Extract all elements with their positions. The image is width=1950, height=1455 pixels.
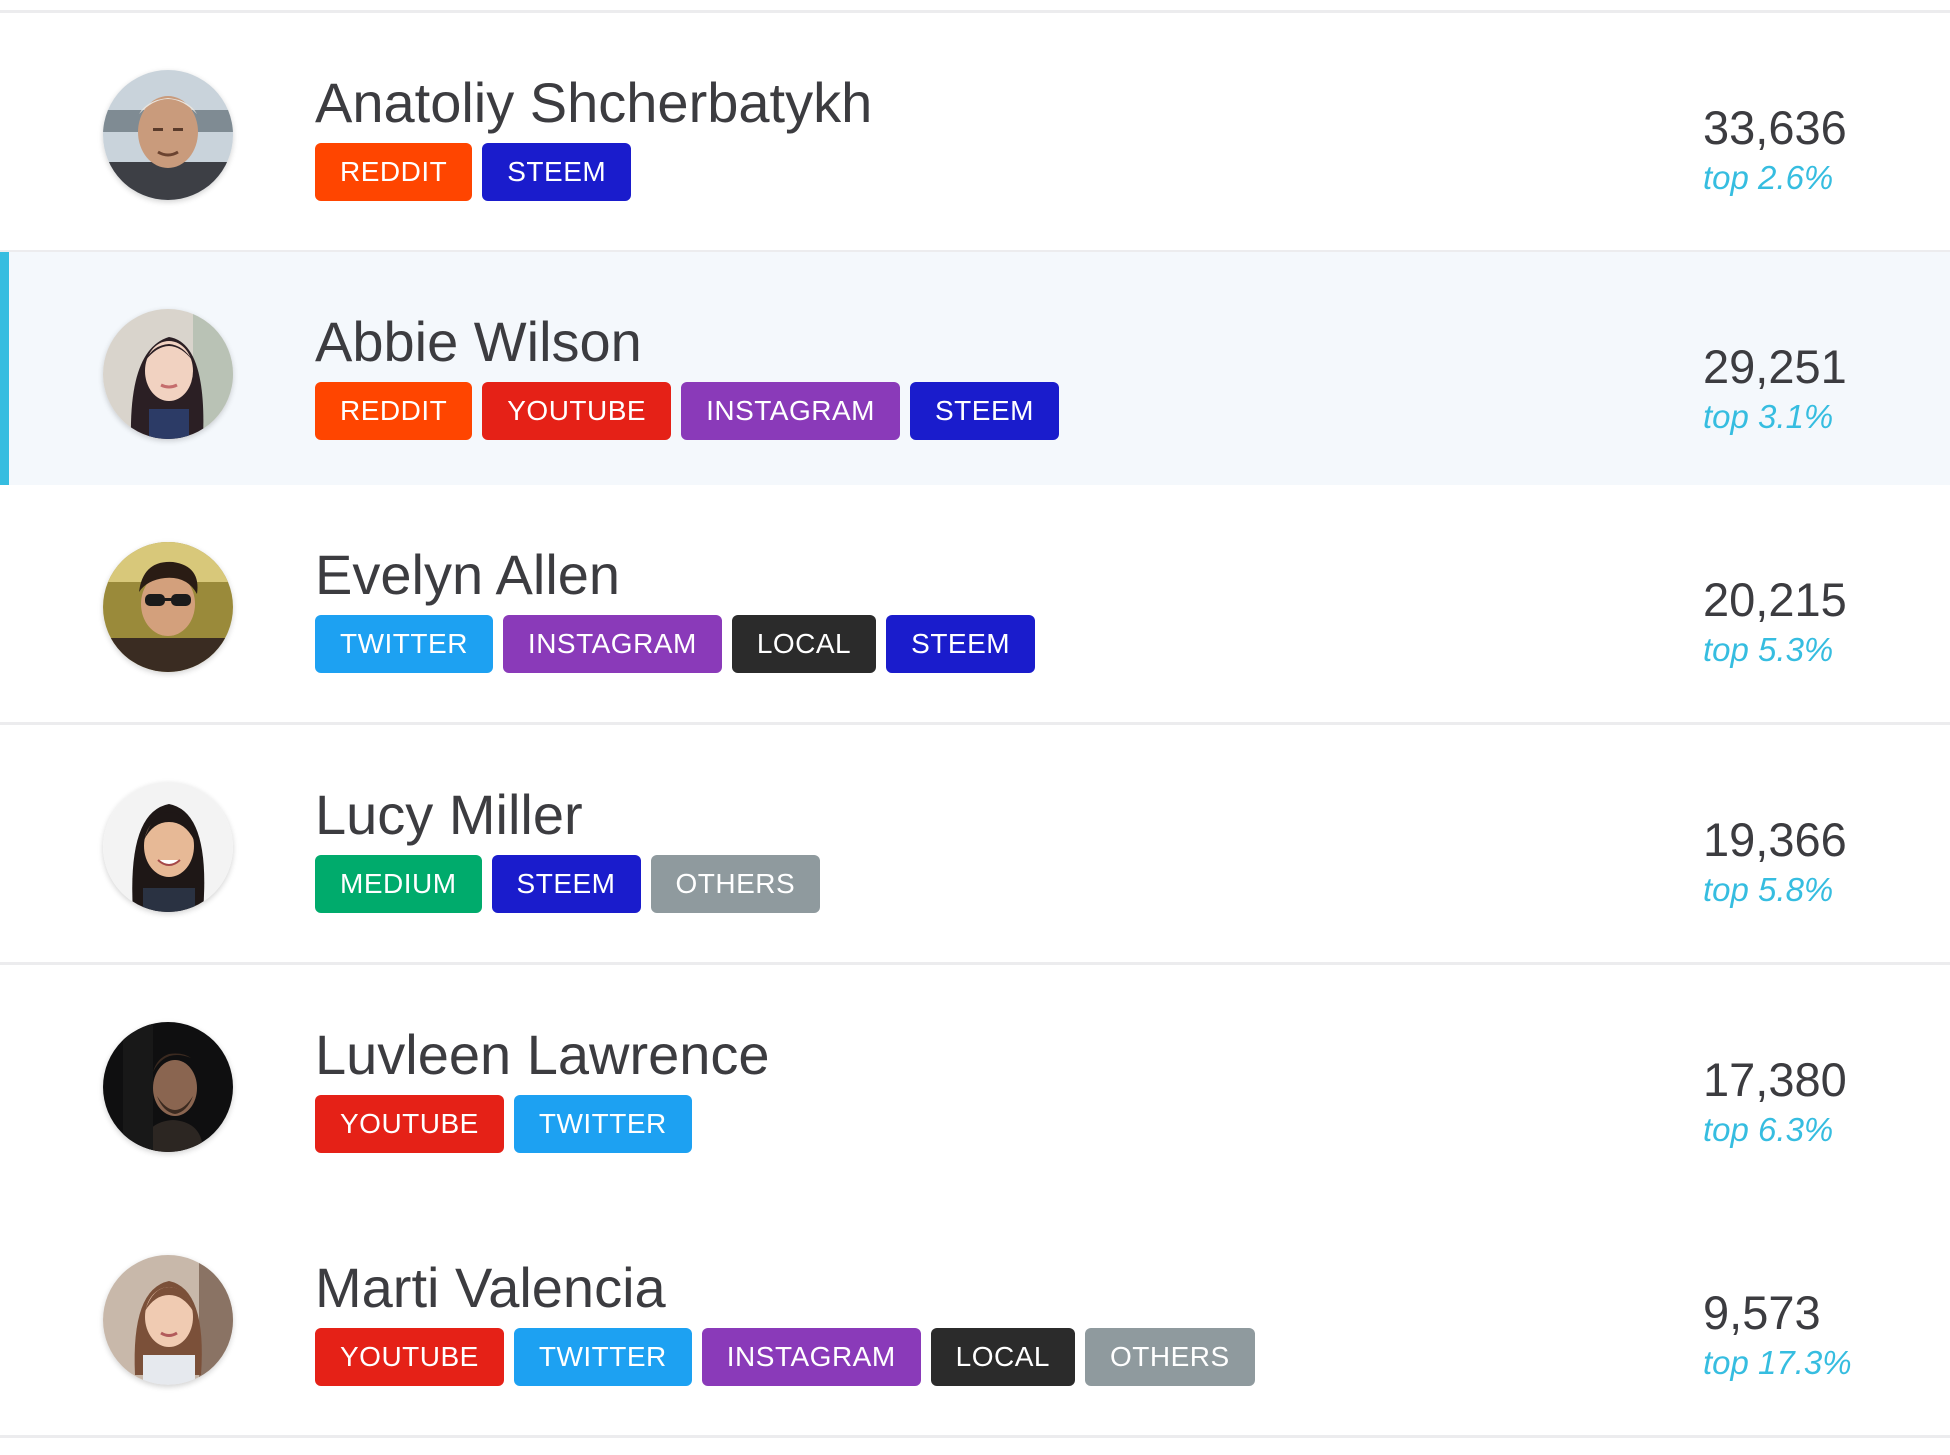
rank-percentile: top 5.8%: [1703, 871, 1834, 908]
list-item[interactable]: Anatoliy Shcherbatykh REDDIT STEEM 33,636 to…: [0, 13, 1950, 253]
score-value: 33,636: [1703, 101, 1847, 154]
tag-steem[interactable]: STEEM: [482, 143, 632, 201]
list-item[interactable]: Lucy Miller MEDIUM STEEM OTHERS 19,366 top 5.…: [0, 725, 1950, 965]
tag-others[interactable]: OTHERS: [650, 855, 821, 913]
tag-medium[interactable]: MEDIUM: [315, 855, 482, 913]
score-value: 29,251: [1703, 340, 1847, 393]
tag-steem[interactable]: STEEM: [886, 615, 1036, 673]
tag-local[interactable]: LOCAL: [930, 1328, 1075, 1386]
tag-youtube[interactable]: YOUTUBE: [482, 382, 672, 440]
tag-twitter[interactable]: TWITTER: [315, 615, 493, 673]
tag-instagram[interactable]: INSTAGRAM: [681, 382, 900, 440]
tag-instagram[interactable]: INSTAGRAM: [502, 615, 722, 673]
user-name[interactable]: Lucy Miller: [315, 783, 583, 847]
user-name[interactable]: Abbie Wilson: [315, 310, 642, 374]
rank-percentile: top 2.6%: [1703, 159, 1834, 196]
platform-tags: MEDIUM STEEM OTHERS: [315, 855, 830, 913]
young-woman-avatar[interactable]: [103, 1255, 233, 1385]
user-name[interactable]: Marti Valencia: [315, 1256, 666, 1320]
score-value: 19,366: [1703, 813, 1847, 866]
young-woman-long-hair-avatar[interactable]: [103, 309, 233, 439]
rank-percentile: top 17.3%: [1703, 1344, 1852, 1381]
tag-youtube[interactable]: YOUTUBE: [315, 1095, 504, 1153]
elderly-man-avatar[interactable]: [103, 70, 233, 200]
tag-steem[interactable]: STEEM: [491, 855, 641, 913]
tag-twitter[interactable]: TWITTER: [513, 1095, 692, 1153]
bearded-man-dark-avatar[interactable]: [103, 1022, 233, 1152]
score-value: 20,215: [1703, 573, 1847, 626]
tag-others[interactable]: OTHERS: [1085, 1328, 1255, 1386]
score-value: 9,573: [1703, 1286, 1821, 1339]
rank-percentile: top 3.1%: [1703, 398, 1834, 435]
tag-instagram[interactable]: INSTAGRAM: [701, 1328, 921, 1386]
tag-steem[interactable]: STEEM: [909, 382, 1059, 440]
smiling-woman-avatar[interactable]: [103, 782, 233, 912]
list-item[interactable]: Luvleen Lawrence YOUTUBE TWITTER 17,380 top …: [0, 965, 1950, 1205]
list-item[interactable]: Marti Valencia YOUTUBE TWITTER INSTAGRAM LOC…: [0, 1198, 1950, 1438]
tag-youtube[interactable]: YOUTUBE: [315, 1328, 504, 1386]
platform-tags: REDDIT YOUTUBE INSTAGRAM STEEM: [315, 382, 1069, 440]
platform-tags: YOUTUBE TWITTER: [315, 1095, 702, 1153]
tag-local[interactable]: LOCAL: [731, 615, 877, 673]
tag-reddit[interactable]: REDDIT: [315, 143, 473, 201]
platform-tags: YOUTUBE TWITTER INSTAGRAM LOCAL OTHERS: [315, 1328, 1265, 1386]
score-value: 17,380: [1703, 1053, 1847, 1106]
tag-reddit[interactable]: REDDIT: [315, 382, 473, 440]
tag-twitter[interactable]: TWITTER: [513, 1328, 692, 1386]
user-name[interactable]: Evelyn Allen: [315, 543, 620, 607]
man-sunglasses-avatar[interactable]: [103, 542, 233, 672]
user-name[interactable]: Luvleen Lawrence: [315, 1023, 770, 1087]
user-name[interactable]: Anatoliy Shcherbatykh: [315, 71, 872, 135]
ranking-list: Anatoliy Shcherbatykh REDDIT STEEM 33,636 to…: [0, 0, 1950, 1455]
list-item[interactable]: Abbie Wilson REDDIT YOUTUBE INSTAGRAM STEEM 2…: [0, 252, 1950, 492]
rank-percentile: top 5.3%: [1703, 631, 1834, 668]
platform-tags: TWITTER INSTAGRAM LOCAL STEEM: [315, 615, 1045, 673]
rank-percentile: top 6.3%: [1703, 1111, 1834, 1148]
list-item[interactable]: Evelyn Allen TWITTER INSTAGRAM LOCAL STEEM 20…: [0, 485, 1950, 725]
platform-tags: REDDIT STEEM: [315, 143, 641, 201]
